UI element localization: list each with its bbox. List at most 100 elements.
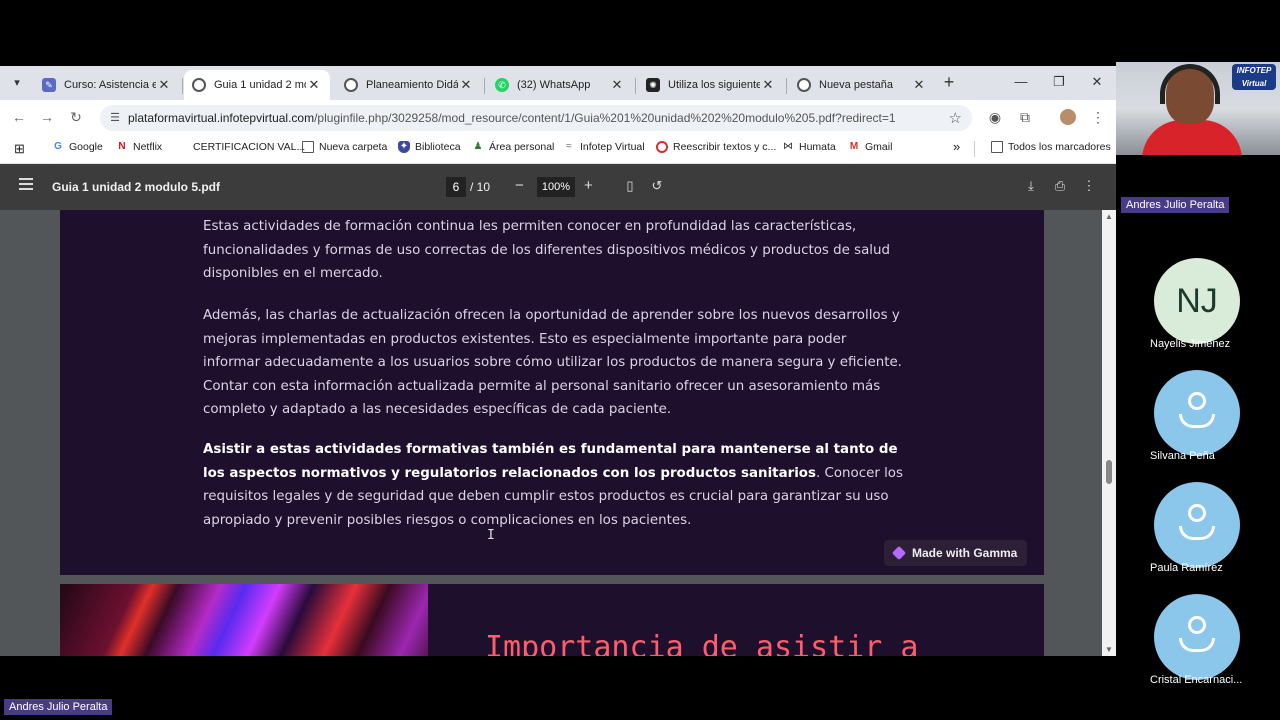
address-bar[interactable]: ☰ plataformavirtual.infotepvirtual.com/p… (100, 105, 972, 131)
all-bookmarks[interactable]: Todos los marcadores (991, 141, 1111, 153)
bookmark-label: Gmail (865, 141, 893, 153)
rewrite-icon (656, 141, 668, 153)
paragraph-charlas: Además, las charlas de actualización ofr… (203, 308, 902, 417)
bookmark-certificacion[interactable]: CERTIFICACION VAL... (176, 141, 305, 153)
headset-icon (1160, 64, 1220, 104)
tab-utiliza[interactable]: ✺ Utiliza los siguientes ✕ (638, 70, 784, 100)
window-close-button[interactable]: ✕ (1084, 72, 1110, 92)
zoom-out-icon[interactable]: − (515, 178, 524, 194)
made-with-gamma-badge[interactable]: Made with Gamma (884, 540, 1028, 566)
zoom-in-icon[interactable]: + (584, 178, 593, 194)
tab-label: Nueva pestaña (819, 79, 893, 91)
user-icon (1179, 504, 1215, 544)
zoom-level-input[interactable]: 100% (537, 177, 575, 197)
tab-guia[interactable]: Guia 1 unidad 2 modu ✕ (184, 70, 330, 100)
bookmark-gmail[interactable]: M Gmail (848, 141, 893, 153)
bookmark-label: Humata (799, 141, 836, 153)
pdf-page-next: Importancia de asistir a (60, 584, 1044, 656)
page-total: / 10 (470, 180, 491, 194)
back-icon[interactable]: ← (10, 108, 28, 126)
extension-circle-icon[interactable]: ◉ (986, 108, 1004, 126)
bookmark-label: Biblioteca (415, 141, 461, 153)
bookmark-google[interactable]: G Google (52, 141, 103, 153)
fit-page-icon[interactable]: ▯ (622, 178, 638, 194)
tab-curso[interactable]: ✎ Curso: Asistencia en f ✕ (34, 70, 180, 100)
infotep-icon: ≈ (566, 141, 572, 152)
bookmark-area-personal[interactable]: ♟ Área personal (472, 141, 555, 153)
forward-icon[interactable]: → (38, 108, 56, 126)
tab-strip: ▾ ✎ Curso: Asistencia en f ✕ Guia 1 unid… (0, 66, 1116, 100)
folder-icon (302, 141, 314, 153)
bookmark-biblioteca[interactable]: ✦ Biblioteca (398, 141, 461, 153)
tab-whatsapp[interactable]: ✆ (32) WhatsApp ✕ (487, 70, 633, 100)
more-menu-icon[interactable]: ⋮ (1089, 108, 1107, 126)
pdf-toolbar: Guia 1 unidad 2 modulo 5.pdf 6 / 10 − 10… (0, 164, 1116, 210)
minimize-button[interactable]: — (1008, 72, 1034, 92)
print-icon[interactable]: ⎙ (1052, 178, 1068, 194)
bookmark-netflix[interactable]: N Netflix (116, 141, 162, 153)
bookmark-infotep[interactable]: ≈ Infotep Virtual (563, 141, 645, 153)
user-icon (1179, 392, 1215, 432)
bookmark-label: Google (69, 141, 103, 153)
close-icon[interactable]: ✕ (306, 77, 322, 93)
presenter-shirt (1142, 120, 1242, 155)
screen: ▾ ✎ Curso: Asistencia en f ✕ Guia 1 unid… (0, 0, 1280, 720)
reload-icon[interactable]: ↻ (67, 108, 85, 126)
tab-search-icon[interactable]: ▾ (8, 74, 26, 92)
person-icon: ♟ (473, 141, 483, 152)
new-tab-button[interactable]: + (940, 73, 958, 92)
close-icon[interactable]: ✕ (609, 77, 625, 93)
bookmark-reescribir[interactable]: Reescribir textos y c... (656, 141, 776, 153)
tab-label: Planeamiento Didácti (366, 79, 458, 91)
extensions-icon[interactable]: ⧉ (1016, 108, 1034, 126)
presenter-video: INFOTEP Virtual (1116, 62, 1280, 155)
bookmark-label: Netflix (133, 141, 163, 153)
participant-avatar (1154, 482, 1240, 568)
bookmark-humata[interactable]: ⋈ Humata (782, 141, 836, 153)
close-icon[interactable]: ✕ (458, 77, 474, 93)
site-info-icon[interactable]: ☰ (108, 111, 122, 125)
tab-planeamiento[interactable]: Planeamiento Didácti ✕ (336, 70, 482, 100)
scroll-down-icon[interactable]: ▼ (1105, 645, 1113, 654)
tab-divider (635, 78, 636, 94)
bookmark-label: Infotep Virtual (580, 141, 645, 153)
url-path: /pluginfile.php/3029258/mod_resource/con… (314, 111, 896, 125)
close-icon[interactable]: ✕ (760, 77, 776, 93)
scrollbar-thumb[interactable] (1106, 460, 1112, 484)
participant-name: Cristal Encarnaci... (1150, 674, 1243, 686)
close-icon[interactable]: ✕ (156, 77, 172, 93)
participant-name: Paula Ramírez (1150, 562, 1223, 574)
bookmark-label: Nueva carpeta (319, 141, 388, 153)
restore-button[interactable]: ❐ (1046, 72, 1072, 92)
participant-name: Silvana Peña (1150, 450, 1215, 462)
apps-grid-icon[interactable]: ⊞ (14, 141, 25, 157)
menu-icon[interactable] (19, 178, 33, 192)
rotate-icon[interactable]: ↺ (649, 178, 665, 194)
pdf-viewport[interactable]: Estas actividades de formación continua … (0, 210, 1102, 656)
pdf-page: Estas actividades de formación continua … (60, 210, 1044, 575)
chatgpt-icon: ✺ (646, 78, 660, 92)
whatsapp-icon: ✆ (495, 78, 509, 92)
star-icon[interactable]: ☆ (949, 109, 962, 127)
tab-label: Utiliza los siguientes (668, 79, 760, 91)
tab-nueva[interactable]: Nueva pestaña ✕ (789, 70, 935, 100)
globe-icon (192, 78, 206, 92)
profile-avatar[interactable] (1060, 109, 1076, 125)
pdf-scrollbar[interactable]: ▲ ▼ (1102, 210, 1116, 656)
close-icon[interactable]: ✕ (911, 77, 927, 93)
gmail-icon: M (849, 141, 859, 152)
participant-avatar (1154, 370, 1240, 456)
user-icon (1179, 616, 1215, 656)
more-options-icon[interactable]: ⋮ (1081, 178, 1097, 194)
bookmarks-overflow-icon[interactable]: » (953, 139, 960, 154)
pdf-title: Guia 1 unidad 2 modulo 5.pdf (52, 180, 221, 194)
participant-avatar: NJ (1154, 258, 1240, 344)
moodle-icon: ✎ (42, 78, 56, 92)
bookmark-label: Reescribir textos y c... (673, 141, 777, 153)
page-number-input[interactable]: 6 (446, 177, 466, 197)
text-cursor-icon: I (487, 528, 495, 543)
download-icon[interactable]: ⤓ (1023, 178, 1039, 194)
browser-toolbar: ← → ↻ ☰ plataformavirtual.infotepvirtual… (0, 100, 1116, 134)
bookmark-nueva-carpeta[interactable]: Nueva carpeta (302, 141, 387, 153)
scroll-up-icon[interactable]: ▲ (1105, 212, 1113, 221)
